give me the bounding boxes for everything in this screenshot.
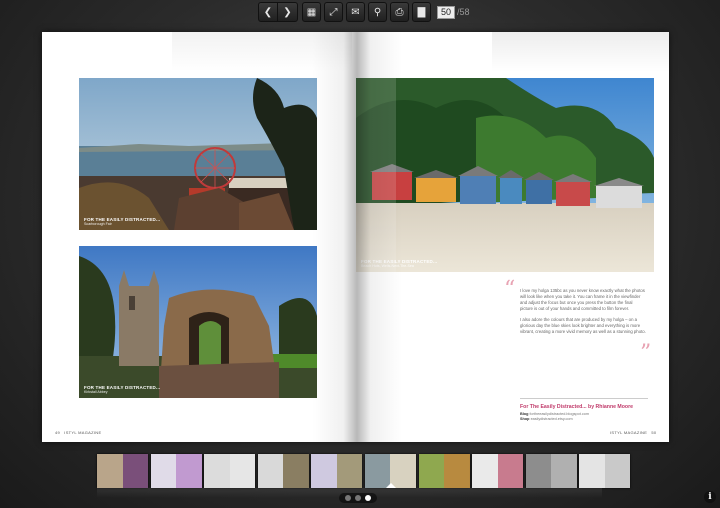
pager-dots: [339, 493, 377, 503]
thumbnail[interactable]: [97, 454, 148, 488]
page-number-input[interactable]: 50: [437, 5, 455, 19]
page-total: 58: [457, 7, 470, 17]
blog-label: Blog: [520, 412, 529, 416]
pull-quote: I love my holga 135bc as you never know …: [520, 288, 646, 340]
thumbnail-right-page: [390, 454, 416, 488]
email-icon: ✉: [351, 6, 360, 18]
shop-link[interactable]: easilydistracted.etsy.com: [531, 417, 573, 421]
article-byline: For The Easily Distracted... by Rhianne …: [520, 404, 633, 410]
print-icon: ⎙: [395, 6, 404, 18]
email-button[interactable]: ✉: [346, 2, 365, 22]
pager-dot[interactable]: [355, 495, 361, 501]
thumbnail-left-page: [364, 454, 391, 488]
thumbnail[interactable]: [257, 454, 309, 488]
info-icon: i: [708, 492, 712, 502]
chevron-left-icon: ❮: [263, 6, 273, 18]
chevron-right-icon: ❯: [283, 6, 292, 18]
left-folio: 49: [55, 430, 61, 435]
thumbnail[interactable]: [579, 454, 631, 488]
quote-close-mark: ”: [640, 341, 652, 366]
thumbnail[interactable]: [472, 454, 524, 488]
left-magazine-name: ISTYL MAGAZINE: [64, 430, 102, 435]
thumbnail-left-page: [311, 454, 337, 488]
pager-dot[interactable]: [345, 495, 351, 501]
right-magazine-name: ISTYL MAGAZINE: [610, 430, 648, 435]
thumbnail[interactable]: [418, 454, 470, 488]
shop-label: Shop: [520, 417, 530, 421]
thumbnail[interactable]: [150, 454, 202, 488]
photo-caption: FOR THE EASILY DISTRACTED... Scarborough…: [84, 217, 160, 226]
thumbnail[interactable]: [204, 454, 256, 488]
page-indicator: 50 58: [437, 5, 470, 19]
book-spine: [312, 32, 402, 442]
thumbnail-left-page: [418, 454, 445, 488]
thumbnail-left-page: [257, 454, 284, 488]
thumbnail-right-page: [283, 454, 309, 488]
thumbnail[interactable]: [525, 454, 577, 488]
thumbnail-right-page: [122, 454, 148, 488]
blog-link[interactable]: fortheeasilydistracted.blogspot.com: [530, 412, 590, 416]
print-button[interactable]: ⎙: [390, 2, 409, 22]
right-folio: 50: [651, 430, 657, 435]
thumbnail-left-page: [525, 454, 552, 488]
magazine-spread[interactable]: FOR THE EASILY DISTRACTED... Scarborough…: [42, 32, 669, 442]
thumbnail-right-page: [551, 454, 577, 488]
info-button[interactable]: i: [704, 491, 716, 503]
caption-subtitle: Scarborough Fair: [84, 222, 112, 226]
thumbnail-right-page: [497, 454, 524, 488]
zoom-icon: ⚲: [373, 6, 382, 18]
caption-subtitle: Kirkstall Abbey: [84, 390, 108, 394]
thumbnail-right-page: [604, 454, 631, 488]
fullscreen-button[interactable]: ⤢: [324, 2, 343, 22]
quote-open-mark: “: [504, 277, 516, 302]
pager-dot[interactable]: [365, 495, 371, 501]
next-page-button[interactable]: ❯: [278, 3, 297, 21]
thumbnail-left-page: [150, 454, 177, 488]
quote-paragraph: I also adore the colours that are produc…: [520, 317, 646, 334]
thumbnail[interactable]: [311, 454, 363, 488]
folder-icon: ▇: [417, 6, 426, 18]
thumbnail-left-page: [204, 454, 230, 488]
photo-kirkstall-abbey: FOR THE EASILY DISTRACTED... Kirkstall A…: [79, 246, 317, 398]
fullscreen-icon: ⤢: [329, 6, 338, 18]
thumbnail-strip: [97, 454, 633, 488]
photo-scarborough-fair: FOR THE EASILY DISTRACTED... Scarborough…: [79, 78, 317, 230]
thumbnail-left-page: [472, 454, 498, 488]
page-shadow: [492, 32, 669, 72]
contact-links: Blog fortheeasilydistracted.blogspot.com…: [520, 412, 660, 422]
left-footer: 49 ISTYL MAGAZINE: [55, 430, 101, 435]
thumbnail-right-page: [444, 454, 470, 488]
grid-view-button[interactable]: ▦: [302, 2, 321, 22]
right-footer: ISTYL MAGAZINE 50: [610, 430, 656, 435]
quote-paragraph: I love my holga 135bc as you never know …: [520, 288, 645, 311]
page-nav-group: ❮ ❯: [258, 2, 298, 22]
photo-caption: FOR THE EASILY DISTRACTED... Kirkstall A…: [84, 385, 160, 394]
thumbnail-right-page: [336, 454, 363, 488]
shop-line: Shop easilydistracted.etsy.com: [520, 417, 660, 422]
thumbnail-right-page: [176, 454, 202, 488]
thumbnail[interactable]: [364, 454, 416, 488]
zoom-button[interactable]: ⚲: [368, 2, 387, 22]
prev-page-button[interactable]: ❮: [259, 3, 278, 21]
divider: [520, 398, 648, 399]
thumbnail-left-page: [579, 454, 605, 488]
thumbnail-left-page: [97, 454, 123, 488]
folder-button[interactable]: ▇: [412, 2, 431, 22]
grid-icon: ▦: [306, 6, 317, 18]
thumbnail-right-page: [229, 454, 256, 488]
viewer-toolbar: ❮ ❯ ▦ ⤢ ✉ ⚲ ⎙ ▇ 50 58: [258, 2, 470, 22]
